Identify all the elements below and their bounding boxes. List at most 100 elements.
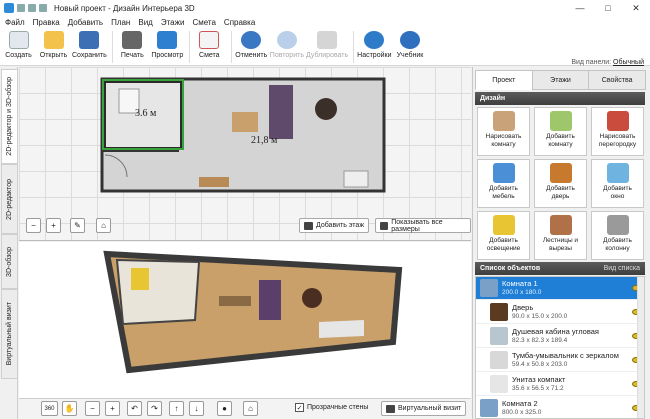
list-item-room-2[interactable]: Комната 2 800.0 x 325.0: [476, 397, 644, 418]
list-item-door[interactable]: Дверь 90.0 x 15.0 x 200.0: [476, 301, 644, 324]
add-lighting-button[interactable]: Добавить освещение: [477, 211, 530, 260]
panel-view-selector: Вид панели: Обычный: [571, 59, 644, 66]
zoom-in-icon: +: [51, 221, 56, 230]
round-table-3d: [302, 288, 322, 308]
settings-button[interactable]: Настройки: [357, 28, 391, 66]
bathroom-3d: [115, 258, 201, 326]
view-mode-tabs: 2D-редактор и 3D-обзор 2D-редактор 3D-об…: [0, 67, 18, 419]
stairs-icon: [549, 215, 572, 235]
menu-plan[interactable]: План: [111, 18, 130, 27]
menu-file[interactable]: Файл: [5, 18, 25, 27]
light-button[interactable]: ●: [217, 401, 232, 416]
zoom-out-icon: −: [90, 404, 95, 413]
toolbar-separator: [230, 31, 232, 63]
sofa-shape: [269, 85, 293, 139]
tab-virtual-visit[interactable]: Виртуальный визит: [1, 289, 17, 379]
zoom-out-3d-button[interactable]: −: [85, 401, 100, 416]
floor-plan-drawing[interactable]: [19, 67, 471, 241]
design-section-header: Дизайн: [475, 92, 645, 105]
zoom-in-button[interactable]: +: [46, 218, 61, 233]
tutorial-button[interactable]: Учебник: [393, 28, 426, 66]
show-all-sizes-button[interactable]: Показывать все размеры: [375, 218, 471, 233]
menu-view[interactable]: Вид: [138, 18, 152, 27]
list-item-toilet[interactable]: Унитаз компакт 35.6 x 56.5 x 71.2: [476, 373, 644, 396]
toilet-icon: [490, 375, 508, 393]
home-button[interactable]: ⌂: [96, 218, 111, 233]
room-3d-render[interactable]: [19, 242, 471, 400]
zoom-in-3d-button[interactable]: +: [105, 401, 120, 416]
hand-pan-button[interactable]: ✋: [62, 401, 77, 416]
virtual-visit-button[interactable]: Виртуальный визит: [381, 401, 467, 416]
add-column-button[interactable]: Добавить колонну: [591, 211, 644, 260]
checkbox-checked-icon[interactable]: ✓: [295, 403, 304, 412]
lightbulb-icon: ●: [222, 404, 227, 413]
tab-properties[interactable]: Свойства: [588, 70, 647, 90]
estimate-button[interactable]: Смета: [193, 28, 226, 66]
minimize-button[interactable]: —: [566, 0, 594, 16]
tilt-down-button[interactable]: ↓: [189, 401, 204, 416]
rotate-360-button[interactable]: 360: [41, 401, 58, 416]
toolbar-separator: [353, 31, 355, 63]
quick-redo-icon[interactable]: [39, 4, 47, 12]
menu-add[interactable]: Добавить: [68, 18, 103, 27]
floppy-icon: [79, 31, 100, 49]
room-icon: [480, 399, 498, 417]
rotate-left-button[interactable]: ↶: [127, 401, 142, 416]
ruler-button[interactable]: ✎: [70, 218, 85, 233]
rotate-right-button[interactable]: ↷: [147, 401, 162, 416]
menu-floors[interactable]: Этажи: [161, 18, 185, 27]
maximize-button[interactable]: □: [594, 0, 622, 16]
close-button[interactable]: ✕: [622, 0, 650, 16]
tab-2d-3d[interactable]: 2D-редактор и 3D-обзор: [1, 69, 17, 164]
tab-project[interactable]: Проект: [475, 70, 533, 90]
add-furniture-button[interactable]: Добавить мебель: [477, 159, 530, 208]
save-button[interactable]: Сохранить: [72, 28, 107, 66]
object-list-scrollbar[interactable]: [637, 277, 644, 418]
list-view-toggle[interactable]: Вид списка: [604, 265, 640, 272]
list-item-shower[interactable]: Душевая кабина угловая 82.3 x 82.3 x 189.…: [476, 325, 644, 348]
undo-icon: [241, 31, 262, 49]
create-button[interactable]: Создать: [2, 28, 35, 66]
add-window-button[interactable]: Добавить окно: [591, 159, 644, 208]
add-floor-button[interactable]: Добавить этаж: [299, 218, 370, 233]
design-buttons-grid: Нарисовать комнату Добавить комнату Нарисо…: [477, 107, 644, 260]
help-icon: [399, 31, 420, 49]
view-3d[interactable]: [19, 242, 471, 400]
preview-button[interactable]: Просмотр: [151, 28, 184, 66]
undo-button[interactable]: Отменить: [235, 28, 268, 66]
add-room-icon: [549, 111, 572, 131]
quick-save-icon[interactable]: [17, 4, 25, 12]
table-shape: [232, 112, 258, 132]
print-button[interactable]: Печать: [116, 28, 149, 66]
open-button[interactable]: Открыть: [37, 28, 70, 66]
window-icon: [606, 163, 629, 183]
table-3d: [219, 296, 251, 306]
zoom-out-icon: −: [31, 221, 36, 230]
sofa-3d: [259, 280, 281, 320]
transparent-walls-toggle[interactable]: ✓ Прозрачные стены: [295, 403, 368, 412]
tab-floors[interactable]: Этажи: [531, 70, 590, 90]
list-item-vanity[interactable]: Тумба-умывальник с зеркалом 59.4 x 50.8 x…: [476, 349, 644, 372]
menu-edit[interactable]: Правка: [33, 18, 60, 27]
menu-help[interactable]: Справка: [224, 18, 255, 27]
redo-icon: [276, 31, 297, 49]
zoom-out-button[interactable]: −: [26, 218, 41, 233]
stairs-cutouts-button[interactable]: Лестницы и вырезы: [534, 211, 587, 260]
list-item-room-1[interactable]: Комната 1 200.0 x 180.0: [476, 277, 644, 300]
hand-icon: ✋: [64, 404, 75, 413]
add-door-button[interactable]: Добавить дверь: [534, 159, 587, 208]
draw-room-button[interactable]: Нарисовать комнату: [477, 107, 530, 156]
panel-view-link[interactable]: Обычный: [613, 59, 644, 66]
quick-undo-icon[interactable]: [28, 4, 36, 12]
duplicate-button[interactable]: Дублировать: [306, 28, 348, 66]
menu-estimate[interactable]: Смета: [192, 18, 215, 27]
redo-button[interactable]: Повторить: [270, 28, 304, 66]
folder-icon: [43, 31, 64, 49]
tilt-up-button[interactable]: ↑: [169, 401, 184, 416]
plan-2d-view[interactable]: 3.6 м 21,8 м − + ✎ ⌂ Добавить этаж Показ…: [19, 67, 471, 241]
tab-2d[interactable]: 2D-редактор: [1, 164, 17, 234]
home-3d-button[interactable]: ⌂: [243, 401, 258, 416]
draw-partition-button[interactable]: Нарисовать перегородку: [591, 107, 644, 156]
tab-3d[interactable]: 3D-обзор: [1, 234, 17, 289]
add-room-button[interactable]: Добавить комнату: [534, 107, 587, 156]
